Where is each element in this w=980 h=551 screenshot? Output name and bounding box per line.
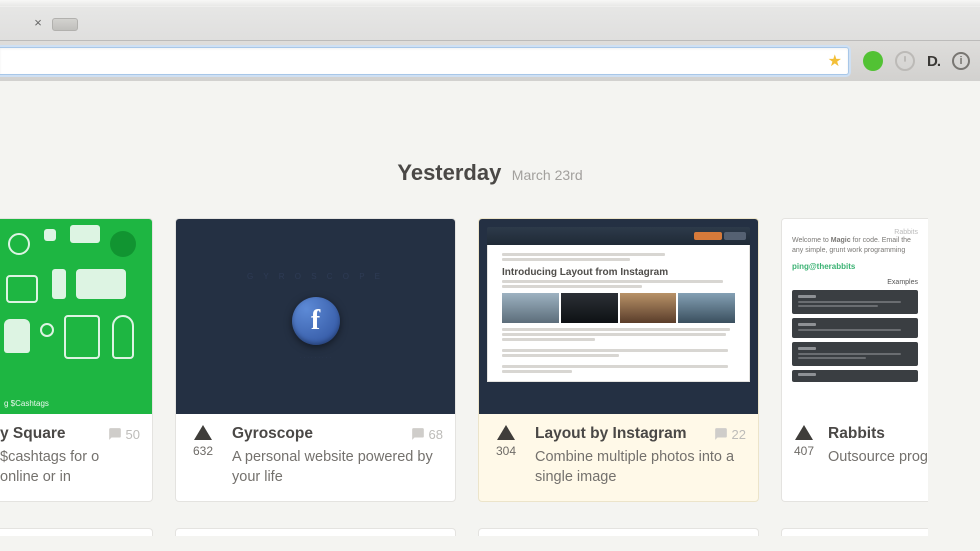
product-name: Rabbits bbox=[828, 425, 885, 443]
vote-count: 304 bbox=[496, 444, 516, 458]
comment-icon bbox=[714, 427, 728, 441]
product-card[interactable]: g $Cashtags y Square 50 $cashtags for o … bbox=[0, 218, 153, 502]
chrome-top-strip bbox=[0, 0, 980, 7]
thumbnail-examples-label: Examples bbox=[792, 279, 918, 286]
product-description: A personal website powered by your life bbox=[232, 447, 443, 487]
upvote-button[interactable] bbox=[795, 425, 813, 440]
product-card-peek[interactable] bbox=[781, 528, 928, 536]
thumbnail-text: G Y R O S C O P E bbox=[247, 272, 384, 281]
section-date: March 23rd bbox=[512, 167, 583, 183]
page-content: nt oducts, every day Yesterday March 23r… bbox=[0, 160, 980, 536]
bookmark-star-icon[interactable]: ★ bbox=[828, 51, 842, 71]
product-description: Outsource prog as simple as ser bbox=[828, 447, 928, 467]
comment-number: 68 bbox=[429, 427, 443, 442]
thumbnail-title: Introducing Layout from Instagram bbox=[502, 267, 735, 278]
product-card[interactable]: G Y R O S C O P E f · · · · · · · · · 63… bbox=[175, 218, 456, 502]
comment-number: 22 bbox=[732, 427, 746, 442]
browser-chrome: × ★ D. i bbox=[0, 0, 980, 81]
facebook-login-icon: f bbox=[292, 297, 340, 345]
product-card[interactable]: Rabbits Welcome to Magic for code. Email… bbox=[781, 218, 928, 502]
product-card[interactable]: Introducing Layout from Instagram bbox=[478, 218, 759, 502]
comment-count[interactable]: 22 bbox=[714, 427, 746, 442]
product-description: Combine multiple photos into a single im… bbox=[535, 447, 746, 487]
product-name: y Square bbox=[0, 425, 65, 443]
product-thumbnail: G Y R O S C O P E f · · · · · · · · · bbox=[176, 219, 455, 414]
extension-green-dot-icon[interactable] bbox=[863, 51, 883, 71]
tab-close-button[interactable]: × bbox=[31, 15, 45, 29]
product-card-peek[interactable] bbox=[0, 528, 153, 536]
extension-d-icon[interactable]: D. bbox=[927, 53, 940, 70]
comment-count[interactable]: 68 bbox=[411, 427, 443, 442]
upvote-button[interactable] bbox=[497, 425, 515, 440]
upvote-button[interactable] bbox=[194, 425, 212, 440]
comment-number: 50 bbox=[126, 427, 140, 442]
tab-bar: × bbox=[0, 7, 980, 40]
extension-power-icon[interactable] bbox=[895, 51, 915, 71]
product-card-peek[interactable] bbox=[175, 528, 456, 536]
product-meta: 304 Layout by Instagram 22 Combine multi… bbox=[479, 414, 758, 501]
product-name: Gyroscope bbox=[232, 425, 313, 443]
section-label: Yesterday bbox=[397, 160, 501, 185]
next-row-peek bbox=[0, 528, 980, 536]
extension-info-icon[interactable]: i bbox=[952, 52, 970, 70]
product-thumbnail: Introducing Layout from Instagram bbox=[479, 219, 758, 414]
toolbar: ★ D. i bbox=[0, 40, 980, 81]
extension-icons: D. i bbox=[849, 51, 970, 71]
comment-count[interactable]: 50 bbox=[108, 427, 140, 442]
comment-icon bbox=[411, 427, 425, 441]
product-card-peek[interactable] bbox=[478, 528, 759, 536]
product-thumbnail: g $Cashtags bbox=[0, 219, 152, 414]
thumbnail-subtext: · · · · · · · · · bbox=[300, 355, 331, 361]
section-heading: Yesterday March 23rd bbox=[0, 160, 980, 186]
product-meta: 407 Rabbits Outsource prog as simple as … bbox=[782, 414, 928, 481]
product-meta: 632 Gyroscope 68 A personal website powe… bbox=[176, 414, 455, 501]
product-description: $cashtags for o online or in bbox=[0, 447, 140, 487]
product-cards-row: g $Cashtags y Square 50 $cashtags for o … bbox=[0, 218, 980, 502]
product-thumbnail: Rabbits Welcome to Magic for code. Email… bbox=[782, 219, 928, 414]
vote-count: 407 bbox=[794, 444, 814, 458]
new-tab-button[interactable] bbox=[52, 18, 78, 31]
comment-icon bbox=[108, 427, 122, 441]
product-meta: y Square 50 $cashtags for o online or in bbox=[0, 414, 152, 501]
product-name: Layout by Instagram bbox=[535, 425, 687, 443]
thumbnail-email: ping@therabbits bbox=[792, 262, 918, 271]
address-bar[interactable]: ★ bbox=[0, 47, 849, 75]
thumbnail-caption: g $Cashtags bbox=[4, 399, 49, 408]
vote-count: 632 bbox=[193, 444, 213, 458]
